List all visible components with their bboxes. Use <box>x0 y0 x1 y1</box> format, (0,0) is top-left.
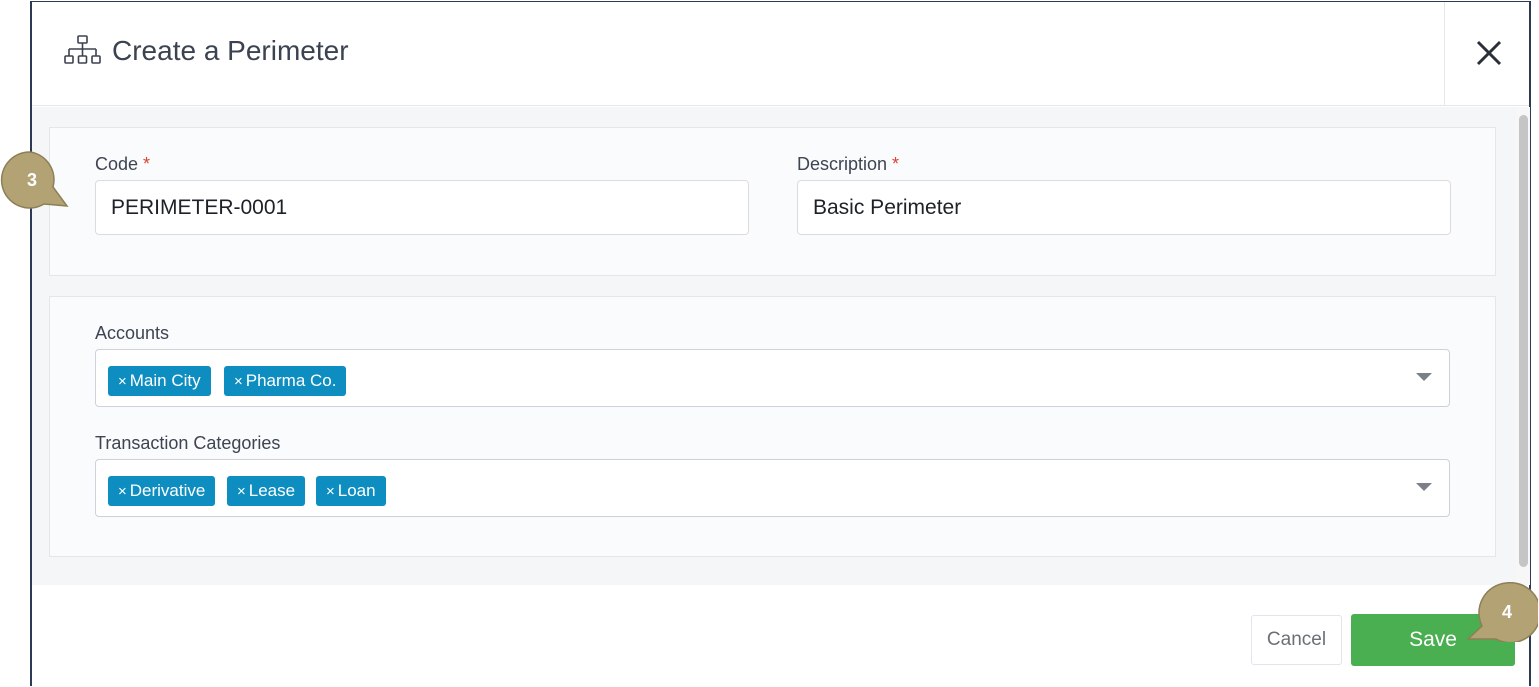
close-button[interactable] <box>1444 2 1530 106</box>
scrollbar-thumb[interactable] <box>1519 115 1528 567</box>
category-tag[interactable]: × Derivative <box>108 476 216 506</box>
accounts-select[interactable]: × Main City × Pharma Co. <box>95 349 1450 407</box>
remove-tag-icon[interactable]: × <box>237 483 246 500</box>
transaction-categories-select[interactable]: × Derivative × Lease × Loan <box>95 459 1450 517</box>
required-marker: * <box>892 154 900 174</box>
cancel-button[interactable]: Cancel <box>1251 615 1342 665</box>
code-input[interactable]: PERIMETER-0001 <box>95 180 749 235</box>
callout-number: 4 <box>1501 602 1512 622</box>
accounts-label: Accounts <box>95 323 170 343</box>
description-label: Description * <box>797 154 900 174</box>
scrollbar[interactable] <box>1516 107 1530 585</box>
remove-tag-icon[interactable]: × <box>326 483 335 500</box>
remove-tag-icon[interactable]: × <box>234 373 243 390</box>
identity-panel: Code * PERIMETER-0001 Description * Basic … <box>49 127 1496 276</box>
remove-tag-icon[interactable]: × <box>118 483 127 500</box>
category-tag[interactable]: × Lease <box>227 476 306 506</box>
step-callout: 3 <box>0 151 70 209</box>
dialog-header: Create a Perimeter <box>32 2 1529 106</box>
chevron-down-icon[interactable] <box>1416 373 1432 381</box>
dialog-title: Create a Perimeter <box>112 35 349 66</box>
remove-tag-icon[interactable]: × <box>118 373 127 390</box>
sitemap-icon <box>64 35 101 64</box>
scope-panel: Accounts × Main City × Pharma Co. Transact… <box>49 296 1496 557</box>
callout-number: 3 <box>26 170 37 190</box>
dialog-body: Code * PERIMETER-0001 Description * Basic … <box>32 107 1516 585</box>
required-marker: * <box>143 154 151 174</box>
account-tag[interactable]: × Main City <box>108 366 211 396</box>
category-tag[interactable]: × Loan <box>316 476 386 506</box>
code-label: Code * <box>95 154 151 174</box>
close-icon[interactable] <box>1474 38 1504 68</box>
account-tag[interactable]: × Pharma Co. <box>224 366 347 396</box>
step-callout: 4 <box>1466 581 1539 644</box>
transaction-categories-label: Transaction Categories <box>95 433 281 453</box>
chevron-down-icon[interactable] <box>1416 483 1432 491</box>
create-perimeter-dialog: Create a Perimeter Code * PERIMETER-0001 … <box>30 1 1531 686</box>
description-input[interactable]: Basic Perimeter <box>797 180 1451 235</box>
dialog-footer: Cancel Save <box>32 585 1529 686</box>
